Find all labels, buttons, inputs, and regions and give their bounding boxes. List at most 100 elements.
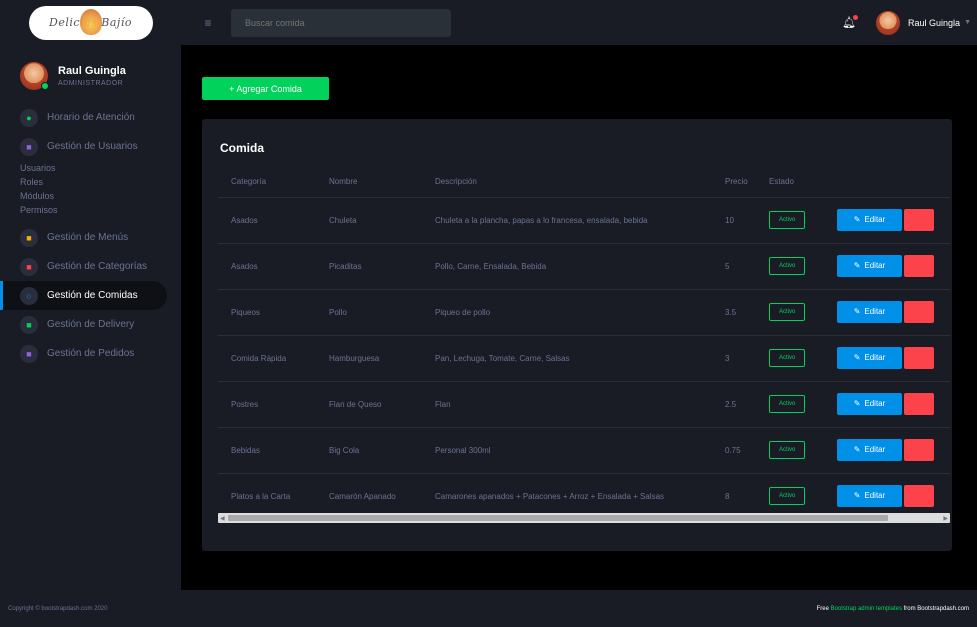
clock-icon: ● xyxy=(20,108,38,127)
edit-label: Editar xyxy=(864,261,886,271)
cell-descripcion: Personal 300ml xyxy=(422,427,712,474)
scroll-right-icon[interactable]: ▶ xyxy=(943,515,948,522)
edit-button[interactable]: ✎ Editar xyxy=(837,484,902,507)
search-input[interactable] xyxy=(245,17,445,28)
edit-label: Editar xyxy=(864,215,886,225)
footer-credits: Free Bootstrap admin templates from Boot… xyxy=(817,606,969,612)
status-badge[interactable]: Activo xyxy=(769,487,806,505)
online-status-icon xyxy=(41,81,49,90)
pencil-icon: ✎ xyxy=(853,353,861,363)
edit-button[interactable]: ✎ Editar xyxy=(837,438,902,461)
status-badge[interactable]: Activo xyxy=(769,395,806,413)
search-box xyxy=(231,8,451,37)
cell-nombre: Flan de Queso xyxy=(316,381,422,428)
delete-button[interactable] xyxy=(904,485,934,508)
pencil-icon: ✎ xyxy=(853,261,861,271)
edit-label: Editar xyxy=(864,307,886,317)
table-row: Bebidas Big Cola Personal 300ml 0.75 Act… xyxy=(218,427,950,474)
sidebar-item-label: Gestión de Categorías xyxy=(47,261,148,272)
footer-copyright: Copyright © bootstrapdash.com 2020 xyxy=(8,605,108,612)
edit-button[interactable]: ✎ Editar xyxy=(837,392,902,415)
delete-button[interactable] xyxy=(904,393,934,416)
column-header: Precio xyxy=(712,167,756,198)
status-badge[interactable]: Activo xyxy=(769,257,806,275)
cell-descripcion: Piqueo de pollo xyxy=(422,289,712,336)
sidebar-item-pedidos[interactable]: ■ Gestión de Pedidos xyxy=(0,339,181,368)
sidebar-menu: ● Horario de Atención ■ Gestión de Usuar… xyxy=(0,103,181,161)
cell-precio: 3 xyxy=(712,335,756,382)
top-avatar[interactable] xyxy=(876,10,901,35)
status-badge[interactable]: Activo xyxy=(769,441,806,459)
sidebar-menu-2: ■ Gestión de Menús ■ Gestión de Categorí… xyxy=(0,223,181,368)
cell-descripcion: Pan, Lechuga, Tomate, Carne, Salsas xyxy=(422,335,712,382)
cell-nombre: Pollo xyxy=(316,289,422,336)
cell-categoria: Asados xyxy=(218,197,316,244)
brand-area: Delicias Bajío xyxy=(0,0,181,45)
delete-button[interactable] xyxy=(904,347,934,370)
edit-label: Editar xyxy=(864,353,886,363)
profile-name: Raul Guingla xyxy=(58,64,126,77)
table-row: Piqueos Pollo Piqueo de pollo 3.5 Activo… xyxy=(218,289,950,336)
edit-button[interactable]: ✎ Editar xyxy=(837,208,902,231)
submenu-item-usuarios[interactable]: Usuarios xyxy=(20,161,181,175)
submenu-item-permisos[interactable]: Permisos xyxy=(20,203,181,217)
scroll-left-icon[interactable]: ◀ xyxy=(220,515,225,522)
edit-label: Editar xyxy=(864,445,886,455)
sidebar-item-horario[interactable]: ● Horario de Atención xyxy=(0,103,181,132)
brand-logo[interactable]: Delicias Bajío xyxy=(28,5,153,40)
sidebar-item-usuarios[interactable]: ■ Gestión de Usuarios xyxy=(0,132,181,161)
delete-button[interactable] xyxy=(904,255,934,278)
user-name[interactable]: Raul Guingla xyxy=(908,18,960,28)
cell-categoria: Bebidas xyxy=(218,427,316,474)
menu-toggle-icon[interactable]: ≡ xyxy=(193,16,223,30)
pencil-icon: ✎ xyxy=(853,307,861,317)
cell-precio: 2.5 xyxy=(712,381,756,428)
delete-button[interactable] xyxy=(904,301,934,324)
sidebar-item-label: Gestión de Usuarios xyxy=(47,141,138,152)
table-wrapper[interactable]: Categoría Nombre Descripción Precio Esta… xyxy=(218,167,950,529)
column-header: Estado xyxy=(756,167,824,198)
food-icon: ○ xyxy=(20,286,38,305)
bell-icon[interactable]: 🔔︎ xyxy=(842,15,858,29)
comidas-table: Categoría Nombre Descripción Precio Esta… xyxy=(218,167,950,520)
avatar[interactable] xyxy=(20,61,49,90)
table-header-row: Categoría Nombre Descripción Precio Esta… xyxy=(218,167,950,198)
sidebar-item-label: Gestión de Delivery xyxy=(47,319,135,330)
footer-suffix: from Bootstrapdash.com xyxy=(901,605,969,612)
horizontal-scrollbar[interactable]: ◀ ▶ xyxy=(218,513,950,523)
edit-button[interactable]: ✎ Editar xyxy=(837,254,902,277)
submenu-item-roles[interactable]: Roles xyxy=(20,175,181,189)
sidebar-item-comidas[interactable]: ○ Gestión de Comidas xyxy=(0,281,167,310)
edit-button[interactable]: ✎ Editar xyxy=(837,346,902,369)
status-badge[interactable]: Activo xyxy=(769,303,806,321)
edit-label: Editar xyxy=(864,399,886,409)
delete-button[interactable] xyxy=(904,209,934,232)
status-badge[interactable]: Activo xyxy=(769,349,806,367)
scrollbar-thumb[interactable] xyxy=(228,515,888,521)
main-content: + Agregar Comida Comida Categoría Nombre… xyxy=(181,45,977,590)
status-badge[interactable]: Activo xyxy=(769,211,806,229)
chevron-down-icon[interactable]: ▼ xyxy=(964,19,971,26)
column-header: Nombre xyxy=(316,167,422,198)
sidebar-item-label: Gestión de Menús xyxy=(47,232,129,243)
sidebar-item-delivery[interactable]: ■ Gestión de Delivery xyxy=(0,310,181,339)
cell-descripcion: Flan xyxy=(422,381,712,428)
sidebar: Delicias Bajío Raul Guingla ADMINISTRADO… xyxy=(0,0,181,590)
profile: Raul Guingla ADMINISTRADOR xyxy=(0,45,181,103)
column-header: Categoría xyxy=(218,167,316,198)
category-icon: ■ xyxy=(20,257,38,276)
footer-link[interactable]: Bootstrap admin templates xyxy=(831,606,902,612)
edit-button[interactable]: ✎ Editar xyxy=(837,300,902,323)
pencil-icon: ✎ xyxy=(853,215,861,225)
submenu-usuarios: Usuarios Roles Módulos Permisos xyxy=(0,161,181,217)
footer-prefix: Free xyxy=(816,605,831,612)
sidebar-item-label: Horario de Atención xyxy=(47,112,135,123)
card-title: Comida xyxy=(220,141,265,155)
sidebar-item-categorias[interactable]: ■ Gestión de Categorías xyxy=(0,252,181,281)
edit-label: Editar xyxy=(864,491,886,501)
delete-button[interactable] xyxy=(904,439,934,462)
submenu-item-modulos[interactable]: Módulos xyxy=(20,189,181,203)
users-icon: ■ xyxy=(20,137,38,156)
add-comida-button[interactable]: + Agregar Comida xyxy=(202,77,329,100)
sidebar-item-menus[interactable]: ■ Gestión de Menús xyxy=(0,223,181,252)
